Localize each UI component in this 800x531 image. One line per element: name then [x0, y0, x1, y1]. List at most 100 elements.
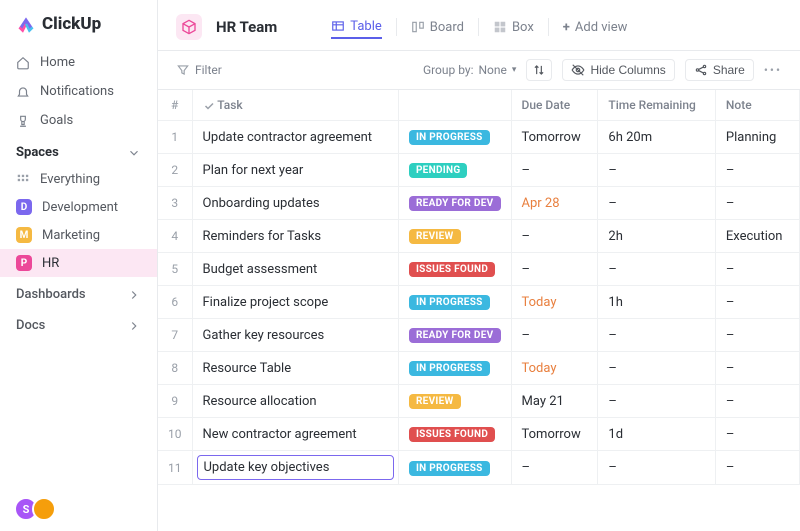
table-icon	[331, 19, 345, 33]
status-cell[interactable]: ISSUES FOUND	[398, 253, 511, 286]
space-chip[interactable]	[176, 14, 202, 40]
time-cell[interactable]: 6h 20m	[598, 121, 715, 154]
status-cell[interactable]: IN PROGRESS	[398, 121, 511, 154]
due-cell[interactable]: –	[511, 154, 598, 187]
nav-goals[interactable]: Goals	[0, 106, 157, 135]
share-button[interactable]: Share	[685, 59, 754, 81]
note-cell[interactable]: –	[715, 154, 799, 187]
table-row[interactable]: 5 Budget assessment ISSUES FOUND – – –	[158, 253, 800, 286]
group-by-dropdown[interactable]: Group by: None ▾	[423, 63, 517, 77]
table-header-row: # Task Due Date Time Remaining Note	[158, 90, 800, 121]
task-cell[interactable]: New contractor agreement	[192, 418, 398, 451]
sidebar-space-item[interactable]: MMarketing	[0, 221, 157, 249]
col-status[interactable]	[398, 90, 511, 121]
col-time[interactable]: Time Remaining	[598, 90, 715, 121]
time-cell[interactable]: –	[598, 352, 715, 385]
task-cell[interactable]: Plan for next year	[192, 154, 398, 187]
task-edit-input[interactable]: Update key objectives	[197, 455, 394, 480]
time-cell[interactable]: 1d	[598, 418, 715, 451]
task-cell[interactable]: Gather key resources	[192, 319, 398, 352]
table-row[interactable]: 6 Finalize project scope IN PROGRESS Tod…	[158, 286, 800, 319]
task-cell[interactable]: Resource Table	[192, 352, 398, 385]
due-cell[interactable]: May 21	[511, 385, 598, 418]
due-cell[interactable]: Apr 28	[511, 187, 598, 220]
tab-table[interactable]: Table	[331, 16, 381, 39]
status-cell[interactable]: IN PROGRESS	[398, 286, 511, 319]
task-cell[interactable]: Finalize project scope	[192, 286, 398, 319]
time-cell[interactable]: –	[598, 451, 715, 485]
table-row[interactable]: 10 New contractor agreement ISSUES FOUND…	[158, 418, 800, 451]
col-due[interactable]: Due Date	[511, 90, 598, 121]
sort-button[interactable]	[526, 59, 552, 81]
status-cell[interactable]: REVIEW	[398, 385, 511, 418]
status-cell[interactable]: IN PROGRESS	[398, 451, 511, 485]
due-cell[interactable]: Today	[511, 286, 598, 319]
status-cell[interactable]: ISSUES FOUND	[398, 418, 511, 451]
table-row[interactable]: 9 Resource allocation REVIEW May 21 – –	[158, 385, 800, 418]
due-cell[interactable]: –	[511, 220, 598, 253]
filter-button[interactable]: Filter	[176, 63, 222, 77]
note-cell[interactable]: –	[715, 187, 799, 220]
docs-header[interactable]: Docs	[0, 308, 157, 339]
time-cell[interactable]: –	[598, 253, 715, 286]
status-cell[interactable]: PENDING	[398, 154, 511, 187]
time-cell[interactable]: –	[598, 154, 715, 187]
table-row[interactable]: 1 Update contractor agreement IN PROGRES…	[158, 121, 800, 154]
sidebar-space-item[interactable]: PHR	[0, 249, 157, 277]
dashboards-header[interactable]: Dashboards	[0, 277, 157, 308]
due-cell[interactable]: –	[511, 253, 598, 286]
task-cell[interactable]: Resource allocation	[192, 385, 398, 418]
time-cell[interactable]: 2h	[598, 220, 715, 253]
note-cell[interactable]: –	[715, 385, 799, 418]
note-cell[interactable]: –	[715, 319, 799, 352]
status-cell[interactable]: READY FOR DEV	[398, 319, 511, 352]
sidebar-item-everything[interactable]: Everything	[0, 166, 157, 193]
add-view-button[interactable]: + Add view	[563, 17, 628, 38]
table-row[interactable]: 3 Onboarding updates READY FOR DEV Apr 2…	[158, 187, 800, 220]
table-row[interactable]: 11 Update key objectives IN PROGRESS – –…	[158, 451, 800, 485]
note-cell[interactable]: –	[715, 253, 799, 286]
time-cell[interactable]: 1h	[598, 286, 715, 319]
time-cell[interactable]: –	[598, 385, 715, 418]
spaces-header[interactable]: Spaces	[0, 135, 157, 166]
note-cell[interactable]: –	[715, 286, 799, 319]
note-cell[interactable]: –	[715, 418, 799, 451]
due-cell[interactable]: Today	[511, 352, 598, 385]
user-avatars[interactable]: S	[14, 497, 143, 521]
task-cell[interactable]: Reminders for Tasks	[192, 220, 398, 253]
hide-columns-button[interactable]: Hide Columns	[562, 59, 674, 81]
table-row[interactable]: 7 Gather key resources READY FOR DEV – –…	[158, 319, 800, 352]
avatar[interactable]	[32, 497, 56, 521]
col-task[interactable]: Task	[192, 90, 398, 121]
task-cell[interactable]: Update contractor agreement	[192, 121, 398, 154]
due-cell[interactable]: Tomorrow	[511, 418, 598, 451]
row-index: 10	[158, 418, 192, 451]
note-cell[interactable]: –	[715, 352, 799, 385]
status-cell[interactable]: IN PROGRESS	[398, 352, 511, 385]
more-button[interactable]: •••	[764, 63, 782, 77]
time-cell[interactable]: –	[598, 187, 715, 220]
brand-logo[interactable]: ClickUp	[0, 14, 157, 48]
nav-notifications[interactable]: Notifications	[0, 77, 157, 106]
note-cell[interactable]: Planning	[715, 121, 799, 154]
due-cell[interactable]: –	[511, 451, 598, 485]
task-cell[interactable]: Update key objectives	[192, 451, 398, 485]
status-cell[interactable]: READY FOR DEV	[398, 187, 511, 220]
col-note[interactable]: Note	[715, 90, 799, 121]
task-cell[interactable]: Onboarding updates	[192, 187, 398, 220]
due-cell[interactable]: –	[511, 319, 598, 352]
col-index[interactable]: #	[158, 90, 192, 121]
table-row[interactable]: 2 Plan for next year PENDING – – –	[158, 154, 800, 187]
time-cell[interactable]: –	[598, 319, 715, 352]
task-cell[interactable]: Budget assessment	[192, 253, 398, 286]
tab-box[interactable]: Box	[493, 17, 534, 38]
table-row[interactable]: 8 Resource Table IN PROGRESS Today – –	[158, 352, 800, 385]
note-cell[interactable]: –	[715, 451, 799, 485]
table-row[interactable]: 4 Reminders for Tasks REVIEW – 2h Execut…	[158, 220, 800, 253]
status-cell[interactable]: REVIEW	[398, 220, 511, 253]
tab-board[interactable]: Board	[411, 17, 464, 38]
due-cell[interactable]: Tomorrow	[511, 121, 598, 154]
note-cell[interactable]: Execution	[715, 220, 799, 253]
sidebar-space-item[interactable]: DDevelopment	[0, 193, 157, 221]
nav-home[interactable]: Home	[0, 48, 157, 77]
